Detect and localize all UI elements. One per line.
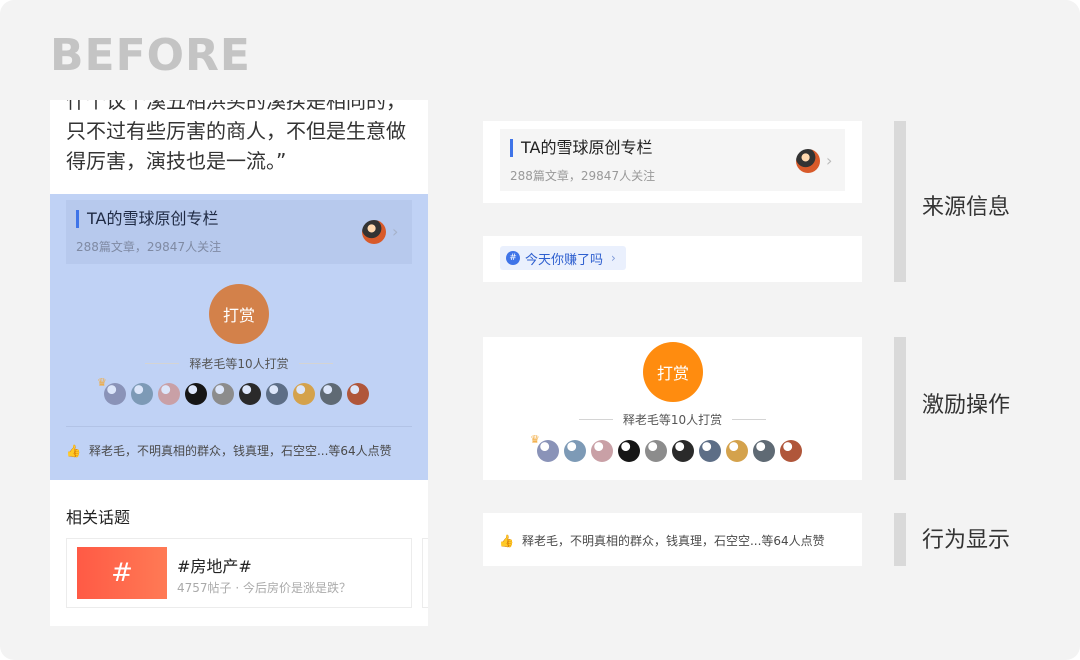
article-text: 什个议个溪五相浜买的溪揆是相同的， 只不过有些厉害的商人，不但是生意做 得厉害，… <box>66 100 418 176</box>
topic-thumb: # <box>77 547 167 599</box>
tipper-avatars: ♛ <box>97 376 369 405</box>
tipper-avatars: ♛ <box>530 433 802 462</box>
source-subtitle: 288篇文章，29847人关注 <box>510 169 656 183</box>
user-avatar[interactable] <box>780 440 802 462</box>
article-line: 得厉害，演技也是一流。” <box>66 149 287 173</box>
source-info-bar <box>894 121 906 282</box>
user-avatar[interactable] <box>618 440 640 462</box>
user-avatar[interactable] <box>672 440 694 462</box>
topic-tag-label: 今天你赚了吗 <box>525 252 604 268</box>
canvas: BEFORE 什个议个溪五相浜买的溪揆是相同的， 只不过有些厉害的商人，不但是生… <box>0 0 1080 660</box>
user-avatar[interactable] <box>158 383 180 405</box>
likes-text: 释老毛，不明真相的群众，钱真理，石空空...等64人点赞 <box>521 534 825 548</box>
topic-card[interactable]: # #房地产# 4757帖子 · 今后房价是涨是跌？ <box>66 538 412 608</box>
topic-name: #房地产# <box>177 557 252 576</box>
user-avatar[interactable] <box>293 383 315 405</box>
article-line: 只不过有些厉害的商人，不但是生意做 <box>66 119 406 143</box>
tip-button[interactable]: 打赏 <box>643 342 703 402</box>
user-avatar[interactable] <box>347 383 369 405</box>
divider <box>66 426 412 427</box>
divider <box>578 419 613 420</box>
thumbs-up-icon: 👍 <box>499 533 514 548</box>
behavior-card: 👍 释老毛，不明真相的群众，钱真理，石空空...等64人点赞 <box>483 513 862 566</box>
user-avatar[interactable]: ♛ <box>97 376 126 405</box>
user-avatar[interactable] <box>131 383 153 405</box>
user-avatar[interactable] <box>320 383 342 405</box>
divider <box>732 419 767 420</box>
user-avatar[interactable] <box>564 440 586 462</box>
article-line: 什个议个溪五相浜买的溪揆是相同的， <box>66 100 406 113</box>
label-incentive: 激励操作 <box>922 393 1011 418</box>
thumbs-up-icon: 👍 <box>66 443 81 458</box>
source-subtitle: 288篇文章，29847人关注 <box>76 240 222 254</box>
source-card[interactable]: TA的雪球原创专栏 288篇文章，29847人关注 › <box>66 200 412 264</box>
likes-row[interactable]: 👍 释老毛，不明真相的群众，钱真理，石空空...等64人点赞 <box>499 532 825 549</box>
chevron-right-icon: › <box>392 222 399 241</box>
user-avatar[interactable] <box>591 440 613 462</box>
tip-summary: 释老毛等10人打赏 <box>50 355 428 372</box>
highlight-region: TA的雪球原创专栏 288篇文章，29847人关注 › 打赏 释老毛等10人打赏… <box>50 194 428 480</box>
divider <box>145 363 180 364</box>
tip-summary-text: 释老毛等10人打赏 <box>622 413 723 427</box>
source-card[interactable]: TA的雪球原创专栏 288篇文章，29847人关注 › <box>500 129 845 191</box>
user-avatar[interactable] <box>239 383 261 405</box>
user-avatar[interactable] <box>212 383 234 405</box>
user-avatar[interactable] <box>266 383 288 405</box>
crown-icon: ♛ <box>97 376 107 389</box>
topic-card-next[interactable] <box>422 538 428 608</box>
user-avatar[interactable]: ♛ <box>530 433 559 462</box>
article-screen: 什个议个溪五相浜买的溪揆是相同的， 只不过有些厉害的商人，不但是生意做 得厉害，… <box>50 100 428 626</box>
label-behavior: 行为显示 <box>922 528 1011 553</box>
tip-summary: 释老毛等10人打赏 <box>483 411 862 428</box>
crown-icon: ♛ <box>530 433 540 446</box>
label-source-info: 来源信息 <box>922 195 1011 220</box>
chevron-right-icon: › <box>826 151 833 170</box>
topic-tag[interactable]: # 今天你赚了吗 › <box>500 246 626 270</box>
tip-button[interactable]: 打赏 <box>209 284 269 344</box>
likes-row[interactable]: 👍 释老毛，不明真相的群众，钱真理，石空空...等64人点赞 <box>66 442 392 459</box>
user-avatar[interactable] <box>726 440 748 462</box>
chevron-right-icon: › <box>611 251 616 265</box>
panda-avatar-icon <box>796 149 820 173</box>
hash-icon: # <box>506 251 520 265</box>
topic-tag-card: # 今天你赚了吗 › <box>483 236 862 282</box>
source-title: TA的雪球原创专栏 <box>76 210 218 228</box>
likes-text: 释老毛，不明真相的群众，钱真理，石空空...等64人点赞 <box>88 444 392 458</box>
source-title: TA的雪球原创专栏 <box>510 139 652 157</box>
behavior-bar <box>894 513 906 566</box>
before-title: BEFORE <box>50 30 251 81</box>
user-avatar[interactable] <box>645 440 667 462</box>
tip-summary-text: 释老毛等10人打赏 <box>189 357 289 371</box>
topic-meta: 4757帖子 · 今后房价是涨是跌？ <box>177 581 351 595</box>
incentive-card: 打赏 释老毛等10人打赏 ♛ <box>483 337 862 480</box>
panda-avatar-icon <box>362 220 386 244</box>
user-avatar[interactable] <box>753 440 775 462</box>
user-avatar[interactable] <box>699 440 721 462</box>
user-avatar[interactable] <box>185 383 207 405</box>
related-topics-heading: 相关话题 <box>66 508 131 527</box>
divider <box>298 363 333 364</box>
incentive-bar <box>894 337 906 480</box>
source-info-card: TA的雪球原创专栏 288篇文章，29847人关注 › <box>483 121 862 203</box>
